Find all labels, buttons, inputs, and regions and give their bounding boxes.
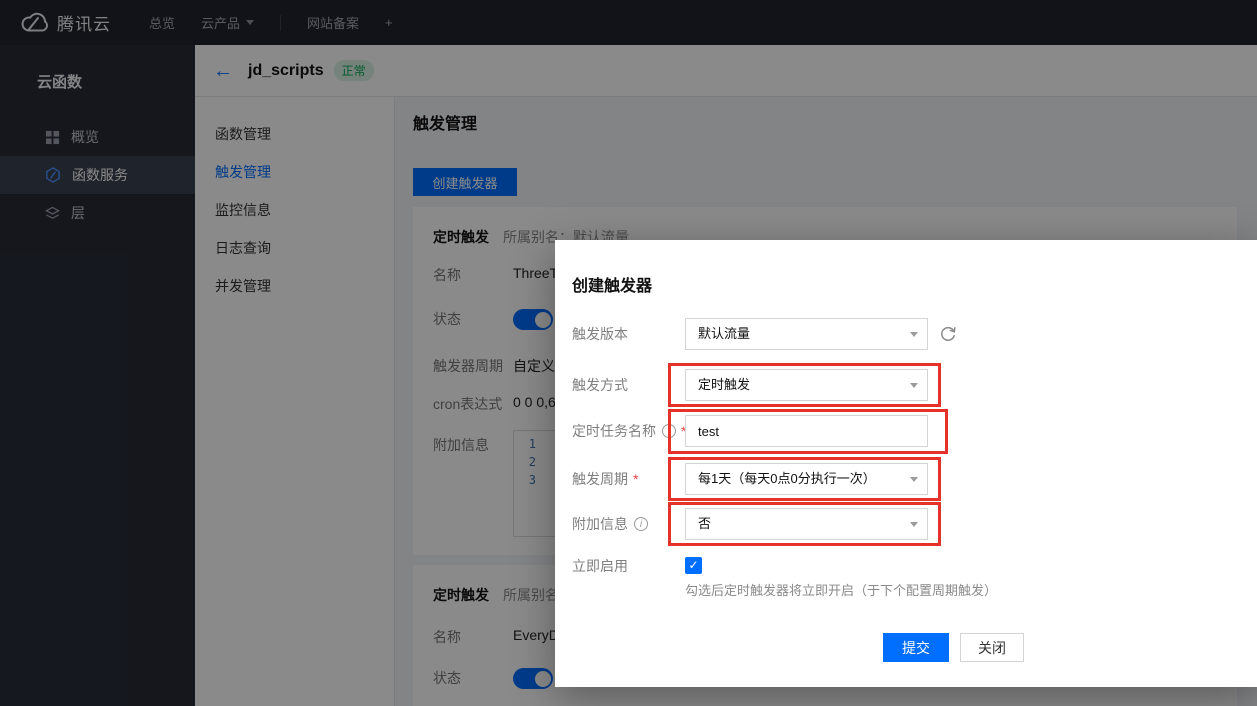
chevron-down-icon: [910, 522, 918, 527]
chevron-down-icon: [910, 332, 918, 337]
trigger-type-value: 定时触发: [698, 377, 750, 392]
cycle-select[interactable]: 每1天（每天0点0分执行一次）: [685, 463, 928, 495]
page: 腾讯云 总览 云产品 网站备案 + 云函数 概览: [0, 0, 1257, 706]
chevron-down-icon: [910, 477, 918, 482]
extra-info-select[interactable]: 否: [685, 508, 928, 540]
version-label: 触发版本: [572, 318, 628, 350]
info-icon[interactable]: i: [662, 424, 676, 438]
enable-label: 立即启用: [572, 550, 628, 582]
cycle-value: 每1天（每天0点0分执行一次）: [698, 471, 876, 486]
create-trigger-modal: 创建触发器 触发版本 默认流量 触发方式 定时触发 定时任务名称 i: [555, 240, 1257, 687]
trigger-type-select[interactable]: 定时触发: [685, 369, 928, 401]
enable-hint: 勾选后定时触发器将立即开启（于下个配置周期触发）: [685, 580, 997, 599]
task-name-label: 定时任务名称 i *: [572, 415, 686, 447]
refresh-icon[interactable]: [938, 324, 958, 344]
submit-button[interactable]: 提交: [883, 633, 949, 662]
modal-title: 创建触发器: [572, 272, 652, 296]
trigger-type-label: 触发方式: [572, 369, 628, 401]
version-select[interactable]: 默认流量: [685, 318, 928, 350]
extra-info-label: 附加信息 i: [572, 508, 648, 540]
cycle-label: 触发周期 *: [572, 463, 638, 495]
task-name-input[interactable]: [685, 415, 928, 447]
close-button[interactable]: 关闭: [960, 633, 1024, 662]
enable-checkbox[interactable]: ✓: [685, 557, 702, 574]
info-icon[interactable]: i: [634, 517, 648, 531]
version-value: 默认流量: [698, 326, 750, 341]
extra-info-value: 否: [698, 516, 711, 531]
chevron-down-icon: [910, 383, 918, 388]
